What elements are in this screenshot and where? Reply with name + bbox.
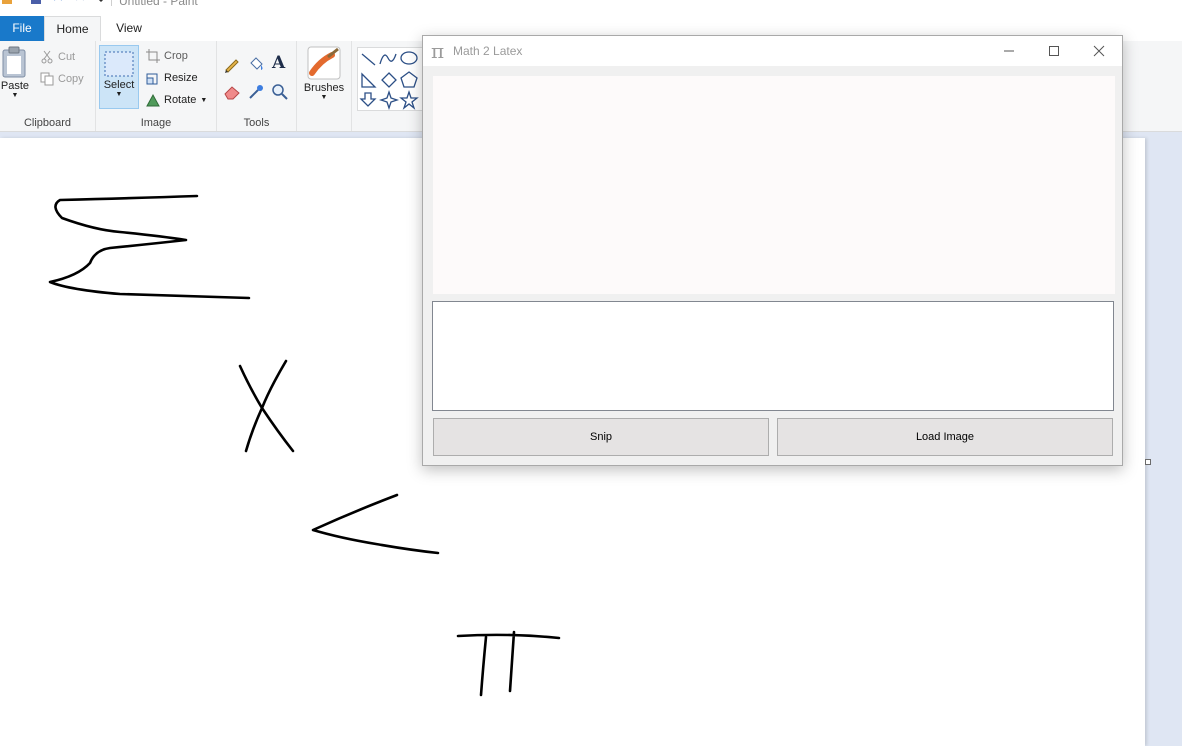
pi-drawing [456,630,561,697]
fill-bucket-icon[interactable] [247,55,265,73]
color-picker-icon[interactable] [247,83,265,101]
pentagon-shape-icon[interactable] [400,71,418,88]
brushes-dropdown-arrow-icon[interactable]: ▼ [301,94,347,101]
paste-icon [2,46,26,78]
load-image-button[interactable]: Load Image [777,418,1113,456]
select-button[interactable]: Select ▼ [99,45,139,109]
select-label: Select [103,79,135,91]
right-triangle-shape-icon[interactable] [361,72,377,88]
scissors-icon [41,50,53,64]
select-rectangle-icon [104,51,134,77]
tools-group: A Tools [217,41,297,131]
resize-icon [146,73,158,85]
save-icon[interactable] [30,0,42,6]
shapes-gallery [357,47,429,111]
quick-access-toolbar: Untitled - Paint [0,0,1182,16]
magnifier-icon[interactable] [271,83,289,101]
four-point-star-shape-icon[interactable] [378,89,400,111]
minimize-button[interactable] [986,36,1032,66]
close-icon [1093,45,1105,57]
canvas-resize-handle[interactable] [1145,459,1151,465]
tab-view[interactable]: View [103,16,155,41]
copy-label: Copy [58,73,84,85]
brushes-button[interactable]: Brushes ▼ [301,45,347,109]
dialog-title: Math 2 Latex [453,44,523,58]
copy-button[interactable]: Copy [40,69,84,89]
maximize-icon [1049,46,1059,56]
redo-icon[interactable] [74,0,86,6]
cut-button[interactable]: Cut [40,47,75,67]
resize-button[interactable]: Resize [146,68,198,88]
close-button[interactable] [1076,36,1122,66]
sigma-drawing [48,194,251,300]
tab-home[interactable]: Home [44,16,101,42]
rotate-button[interactable]: Rotate ▼ [146,90,207,110]
crop-icon [146,49,160,63]
less-than-drawing [311,493,440,555]
brushes-label: Brushes [303,82,345,94]
image-group: Select ▼ Crop Resize Rotate ▼ Image [96,41,217,131]
maximize-button[interactable] [1031,36,1077,66]
crop-button[interactable]: Crop [146,46,188,66]
x-drawing [238,359,295,453]
dialog-titlebar[interactable]: π Math 2 Latex [423,36,1122,66]
paint-app-icon [2,0,12,4]
equation-preview-area [433,76,1115,294]
undo-icon[interactable] [52,0,64,6]
latex-output-field[interactable] [432,301,1114,411]
math2latex-window: π Math 2 Latex Snip Load Image [422,35,1123,466]
tools-group-label: Tools [243,117,270,129]
rotate-label: Rotate [164,94,197,106]
clipboard-group: Paste ▼ Cut Copy Clipboard [0,41,96,131]
brush-icon [307,46,341,80]
image-group-label: Image [140,117,172,129]
copy-icon [40,72,54,86]
resize-label: Resize [164,72,198,84]
tab-file[interactable]: File [0,16,44,41]
rotate-icon [146,93,160,107]
pi-app-icon: π [431,39,445,63]
paste-label: Paste [0,80,30,92]
snip-button[interactable]: Snip [433,418,769,456]
rotate-dropdown-arrow-icon[interactable]: ▼ [200,97,207,104]
paste-dropdown-arrow-icon[interactable]: ▼ [0,92,30,99]
minimize-icon [1004,50,1014,52]
pencil-icon[interactable] [223,55,241,73]
eraser-icon[interactable] [223,83,241,101]
clipboard-group-label: Clipboard [23,117,72,129]
text-tool-icon[interactable]: A [272,53,290,73]
line-shape-icon[interactable] [361,53,376,66]
select-dropdown-arrow-icon[interactable]: ▼ [100,91,138,98]
paste-button[interactable]: Paste ▼ [0,45,30,109]
title-separator [111,0,112,6]
diamond-shape-icon[interactable] [381,72,397,88]
cut-label: Cut [58,51,76,63]
curve-shape-icon[interactable] [379,53,397,65]
five-point-star-shape-icon[interactable] [399,89,419,110]
window-title: Untitled - Paint [119,0,198,8]
crop-label: Crop [164,50,188,62]
brushes-group: Brushes ▼ [297,41,352,131]
customize-toolbar-chevron-icon[interactable] [95,0,107,6]
oval-shape-icon[interactable] [400,51,418,65]
down-arrow-shape-icon[interactable] [359,92,377,107]
